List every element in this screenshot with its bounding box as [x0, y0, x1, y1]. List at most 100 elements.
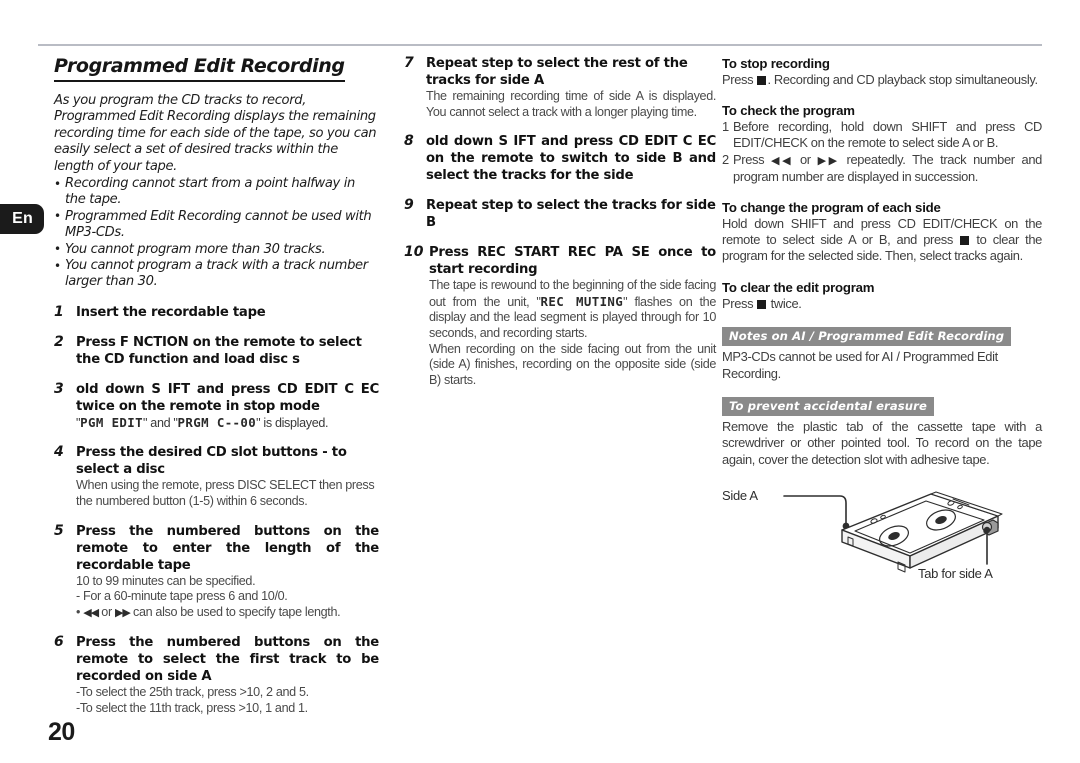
- step-body: Press the desired CD slot buttons - to s…: [76, 444, 379, 509]
- item-number: 1: [722, 119, 729, 135]
- step-4: 4 Press the desired CD slot buttons - to…: [54, 444, 379, 509]
- step-title: old down S IFT and press CD EDIT C EC tw…: [76, 381, 379, 414]
- step-number: 1: [54, 303, 64, 320]
- body-tail: twice.: [767, 295, 802, 311]
- step-title: Press REC START REC PA SE once to start …: [429, 245, 716, 278]
- cassette-illustration: [783, 491, 1003, 573]
- header-rule: [38, 44, 1042, 46]
- step-body: Insert the recordable tape: [76, 304, 379, 321]
- step-number: 9: [404, 197, 414, 214]
- fast-forward-icon: ▶▶: [114, 606, 131, 619]
- lcd-text-rec-muting: REC MUTING: [540, 293, 624, 309]
- step-2: 2 Press F NCTION on the remote to select…: [54, 334, 379, 368]
- note-tail: is displayed.: [260, 415, 329, 430]
- step-6: 6 Press the numbered buttons on the remo…: [54, 634, 379, 716]
- list-item: Programmed Edit Recording cannot be used…: [54, 208, 379, 242]
- text-head: Press: [733, 151, 772, 167]
- rewind-icon: ◀◀: [83, 606, 99, 619]
- step-display-note: "PGM EDIT" and "PRGM C--00" is displayed…: [76, 414, 329, 430]
- step-number: 4: [54, 444, 64, 461]
- step-number: 8: [404, 133, 414, 150]
- step-body: Press the numbered buttons on the remote…: [76, 523, 379, 622]
- step-note-line-2: -To select the 11th track, press >10, 1 …: [76, 701, 308, 716]
- step-1: 1 Insert the recordable tape: [54, 304, 379, 321]
- step-10: 10 Press REC START REC PA SE once to sta…: [404, 244, 716, 388]
- list-item: You cannot program a track with a track …: [54, 258, 379, 291]
- step-title: Insert the recordable tape: [76, 304, 266, 320]
- stop-button-icon: [757, 76, 767, 85]
- note-connector: and: [147, 415, 174, 430]
- step-body: Repeat step to select the tracks for sid…: [426, 197, 716, 231]
- column-right: To stop recording Press . Recording and …: [722, 55, 1042, 590]
- body-head: Press: [722, 295, 757, 311]
- step-number: 5: [54, 522, 64, 539]
- text-connector: or: [793, 151, 818, 167]
- column-left: Programmed Edit Recording As you program…: [54, 55, 379, 717]
- body-change-program: Hold down SHIFT and press CD EDIT/CHECK …: [722, 216, 1042, 265]
- figure-label-tab: Tab for side A: [918, 565, 993, 581]
- body-head: Press: [722, 72, 757, 87]
- language-tab: En: [0, 204, 44, 234]
- body-notes: MP3-CDs cannot be used for AI / Programm…: [722, 349, 998, 381]
- step-body: Repeat step to select the rest of the tr…: [426, 55, 716, 120]
- step-body: Press the numbered buttons on the remote…: [76, 634, 379, 716]
- rewind-icon: ◀◀: [771, 154, 794, 167]
- step-note-line-3: • ◀◀ or ▶▶ can also be used to specify t…: [76, 605, 379, 622]
- step-number: 10: [404, 244, 424, 261]
- body-tail: . Recording and CD playback stop simulta…: [767, 72, 1038, 87]
- item-number: 2: [722, 151, 729, 167]
- check-program-item-1: 1 Before recording, hold down SHIFT and …: [722, 119, 1042, 151]
- column-middle: 7 Repeat step to select the rest of the …: [404, 55, 716, 388]
- heading-stop-recording: To stop recording: [722, 56, 830, 71]
- note-tail: can also be used to specify tape length.: [129, 604, 341, 619]
- step-body: old down S IFT and press CD EDIT C EC tw…: [76, 381, 379, 432]
- step-title: Repeat step to select the rest of the tr…: [426, 56, 688, 88]
- step-note-line-2: - For a 60-minute tape press 6 and 10/0.: [76, 589, 288, 604]
- step-body: Press F NCTION on the remote to select t…: [76, 334, 379, 368]
- step-note-line-1: 10 to 99 minutes can be specified.: [76, 573, 256, 588]
- list-item: You cannot program more than 30 tracks.: [54, 241, 379, 258]
- step-5: 5 Press the numbered buttons on the remo…: [54, 523, 379, 622]
- step-body: old down S IFT and press CD EDIT C EC on…: [426, 133, 716, 184]
- step-body: Press REC START REC PA SE once to start …: [429, 244, 716, 388]
- note-connector: or: [98, 604, 115, 619]
- stop-button-icon: [757, 299, 767, 309]
- step-title: Press the numbered buttons on the remote…: [76, 523, 379, 573]
- step-3: 3 old down S IFT and press CD EDIT C EC …: [54, 381, 379, 432]
- heading-clear-program: To clear the edit program: [722, 279, 875, 295]
- manual-page: En Programmed Edit Recording As you prog…: [0, 0, 1080, 763]
- page-number: 20: [48, 718, 75, 746]
- heading-check-program: To check the program: [722, 103, 855, 119]
- step-number: 7: [404, 55, 414, 71]
- lcd-text-pgm-edit: PGM EDIT: [80, 414, 144, 430]
- language-tab-label: En: [12, 210, 33, 227]
- item-text: Before recording, hold down SHIFT and pr…: [733, 119, 1042, 151]
- check-program-item-2: 2 Press ◀◀ or ▶▶ repeatedly. The track n…: [722, 152, 1042, 185]
- body-erasure: Remove the plastic tab of the cassette t…: [722, 419, 1042, 467]
- intro-paragraph: As you program the CD tracks to record, …: [54, 93, 377, 174]
- step-9: 9 Repeat step to select the tracks for s…: [404, 197, 716, 231]
- heading-change-program: To change the program of each side: [722, 200, 941, 216]
- page-title: Programmed Edit Recording: [54, 55, 345, 82]
- cassette-figure: Side A Tab for side A: [722, 480, 1042, 590]
- step-note-side-switch: When recording on the side facing out fr…: [429, 341, 716, 387]
- step-title: Press the desired CD slot buttons - to s…: [76, 445, 347, 478]
- step-number: 3: [54, 380, 64, 397]
- step-title: old down S IFT and press CD EDIT C EC on…: [426, 134, 716, 184]
- list-item: Recording cannot start from a point half…: [54, 176, 379, 209]
- step-7: 7 Repeat step to select the rest of the …: [404, 55, 716, 120]
- step-number: 2: [54, 333, 64, 350]
- fast-forward-icon: ▶▶: [817, 154, 841, 167]
- erasure-banner: To prevent accidental erasure: [722, 396, 934, 417]
- figure-label-side-a: Side A: [722, 487, 758, 503]
- step-8: 8 old down S IFT and press CD EDIT C EC …: [404, 133, 716, 184]
- intro-bullet-list: Recording cannot start from a point half…: [54, 176, 379, 291]
- step-note: When using the remote, press DISC SELECT…: [76, 478, 375, 509]
- step-title: Press F NCTION on the remote to select t…: [76, 334, 362, 367]
- step-number: 6: [54, 634, 64, 651]
- body-stop-recording: Press . Recording and CD playback stop s…: [722, 72, 1042, 88]
- stop-button-icon: [960, 236, 970, 246]
- notes-banner: Notes on AI / Programmed Edit Recording: [722, 326, 1012, 347]
- lcd-text-prgm-c00: PRGM C--00: [177, 414, 257, 430]
- step-note-recording: The tape is rewound to the beginning of …: [429, 278, 716, 341]
